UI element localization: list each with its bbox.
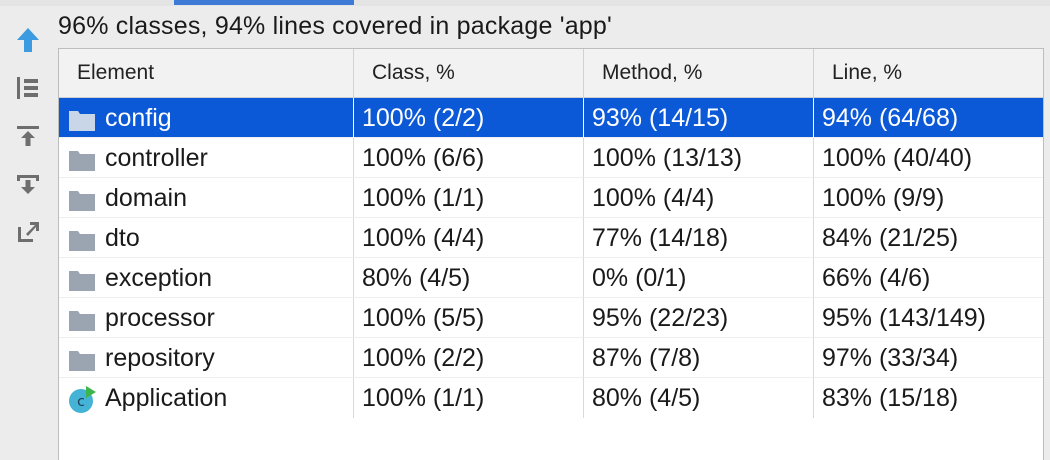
method-coverage-cell: 0% (0/1)	[584, 258, 814, 298]
folder-icon	[67, 305, 97, 331]
class-coverage-cell: 100% (1/1)	[354, 378, 584, 418]
line-coverage-cell: 100% (9/9)	[814, 178, 1043, 218]
method-coverage-cell: 80% (4/5)	[584, 378, 814, 418]
class-coverage-cell: 100% (4/4)	[354, 218, 584, 258]
line-coverage-cell: 83% (15/18)	[822, 384, 959, 412]
folder-icon	[67, 345, 97, 371]
line-coverage-cell: 84% (21/25)	[814, 218, 1043, 258]
class-coverage-cell: 100% (6/6)	[354, 138, 584, 178]
element-cell: domain	[59, 178, 354, 218]
class-coverage-cell: 100% (1/1)	[354, 178, 584, 218]
generate-report-icon[interactable]	[10, 214, 46, 250]
element-cell: dto	[59, 218, 354, 258]
table-row[interactable]: config 100% (2/2) 93% (14/15) 94% (64/68)	[59, 98, 1043, 138]
table-header: Element Class, % Method, % Line, %	[59, 49, 1043, 98]
column-header-method[interactable]: Method, %	[584, 49, 814, 97]
element-name: exception	[105, 263, 213, 292]
folder-icon	[67, 185, 97, 211]
class-coverage-cell: 100% (2/2)	[354, 338, 584, 378]
table-body: config 100% (2/2) 93% (14/15) 94% (64/68) co…	[59, 98, 1043, 418]
table-row[interactable]: domain 100% (1/1) 100% (4/4) 100% (9/9)	[59, 178, 1043, 218]
table-row[interactable]: exception 80% (4/5) 0% (0/1) 66% (4/6)	[59, 258, 1043, 298]
class-coverage-cell: 100% (2/2)	[354, 98, 584, 138]
coverage-table: Element Class, % Method, % Line, % confi…	[58, 48, 1044, 460]
column-header-class[interactable]: Class, %	[354, 49, 584, 97]
coverage-toolbar	[0, 6, 56, 460]
column-header-line[interactable]: Line, %	[814, 49, 1043, 97]
line-coverage-cell: 97% (33/34)	[814, 338, 1043, 378]
flatten-packages-icon[interactable]	[10, 70, 46, 106]
element-name: processor	[105, 303, 215, 332]
table-row[interactable]: processor 100% (5/5) 95% (22/23) 95% (143/1…	[59, 298, 1043, 338]
column-header-element[interactable]: Element	[59, 49, 354, 97]
folder-icon	[67, 105, 97, 131]
element-cell: config	[59, 98, 354, 138]
active-tab-indicator	[174, 0, 354, 5]
class-icon: c	[67, 385, 97, 413]
method-coverage-cell: 100% (4/4)	[584, 178, 814, 218]
table-row[interactable]: dto 100% (4/4) 77% (14/18) 84% (21/25)	[59, 218, 1043, 258]
element-name: dto	[105, 223, 140, 252]
table-row[interactable]: controller 100% (6/6) 100% (13/13) 100% (40…	[59, 138, 1043, 178]
line-coverage-cell: 95% (143/149)	[814, 298, 1043, 338]
folder-icon	[67, 265, 97, 291]
element-cell: processor	[59, 298, 354, 338]
element-cell: repository	[59, 338, 354, 378]
element-name: Application	[105, 384, 228, 412]
method-coverage-cell: 77% (14/18)	[584, 218, 814, 258]
element-name: controller	[105, 143, 208, 172]
method-coverage-cell: 100% (13/13)	[584, 138, 814, 178]
method-coverage-cell: 93% (14/15)	[584, 98, 814, 138]
folder-icon	[67, 145, 97, 171]
class-coverage-cell: 100% (5/5)	[354, 298, 584, 338]
coverage-summary: 96% classes, 94% lines covered in packag…	[58, 12, 612, 40]
export-icon[interactable]	[10, 166, 46, 202]
line-coverage-cell: 66% (4/6)	[814, 258, 1043, 298]
table-row[interactable]: c Application 100% (1/1) 80% (4/5) 83% (15/1…	[59, 378, 1043, 418]
element-cell: controller	[59, 138, 354, 178]
element-name: repository	[105, 343, 215, 372]
method-coverage-cell: 87% (7/8)	[584, 338, 814, 378]
class-coverage-cell: 80% (4/5)	[354, 258, 584, 298]
svg-text:c: c	[77, 394, 85, 410]
folder-icon	[67, 225, 97, 251]
element-cell: exception	[59, 258, 354, 298]
table-row[interactable]: repository 100% (2/2) 87% (7/8) 97% (33/34)	[59, 338, 1043, 378]
line-coverage-cell: 100% (40/40)	[814, 138, 1043, 178]
line-coverage-cell: 94% (64/68)	[814, 98, 1043, 138]
import-icon[interactable]	[10, 118, 46, 154]
go-up-icon[interactable]	[10, 22, 46, 58]
element-cell: c Application	[59, 378, 354, 418]
element-name: config	[105, 103, 172, 132]
element-name: domain	[105, 183, 187, 212]
method-coverage-cell: 95% (22/23)	[584, 298, 814, 338]
tab-strip	[0, 0, 1050, 6]
